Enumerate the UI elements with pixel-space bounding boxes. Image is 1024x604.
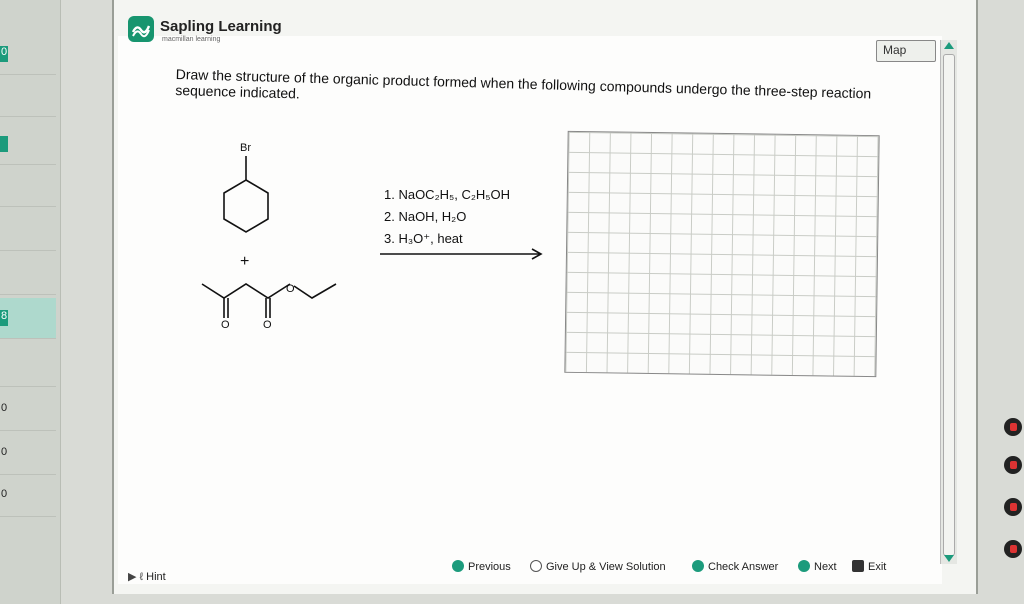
rail-item[interactable]	[0, 254, 56, 295]
side-widget-icon[interactable]	[1004, 456, 1022, 474]
rail-item-number: 0	[0, 446, 8, 458]
rail-item[interactable]	[0, 76, 56, 117]
question-navigation-rail: 0 8 0 0 0	[0, 0, 61, 604]
next-icon	[798, 560, 810, 572]
map-button[interactable]: Map	[876, 40, 936, 62]
scroll-up-icon[interactable]	[944, 42, 954, 49]
rail-item[interactable]: 0	[0, 476, 56, 517]
give-up-icon	[530, 560, 542, 572]
exit-label: Exit	[868, 561, 887, 573]
reagent-step-2: 2. NaOH, H₂O	[384, 209, 467, 224]
rail-item-number: 8	[0, 310, 8, 326]
ketone-oxygen-label: O	[221, 319, 230, 331]
rail-item[interactable]	[0, 346, 56, 387]
ester-oxygen-label: O	[286, 283, 295, 295]
rail-item-number: 0	[0, 46, 8, 62]
reactant-structures: Br + O O O	[201, 142, 337, 331]
side-widget-icon[interactable]	[1004, 498, 1022, 516]
check-answer-label: Check Answer	[708, 561, 779, 573]
reagent-list: 1. NaOC₂H₅, C₂H₅OH 2. NaOH, H₂O 3. H₃O⁺,…	[384, 184, 510, 250]
side-widget-icon[interactable]	[1004, 418, 1022, 436]
reagent-step-1: 1. NaOC₂H₅, C₂H₅OH	[384, 187, 511, 202]
next-button[interactable]: Next	[798, 560, 837, 573]
scroll-thumb[interactable]	[943, 54, 955, 556]
reagent-step-3: 3. H₃O⁺, heat	[384, 231, 463, 246]
rail-item-number	[0, 136, 8, 152]
give-up-label: Give Up & View Solution	[546, 561, 666, 573]
previous-button[interactable]: Previous	[452, 560, 511, 573]
check-answer-icon	[692, 560, 704, 572]
map-label: Map	[883, 43, 907, 57]
rail-item[interactable]: 0	[0, 434, 56, 475]
sapling-logo-icon	[128, 16, 154, 42]
brand-name: Sapling Learning	[160, 18, 282, 35]
vertical-scrollbar[interactable]	[940, 40, 957, 564]
rail-item[interactable]	[0, 124, 56, 165]
exit-icon	[852, 560, 864, 572]
give-up-button[interactable]: Give Up & View Solution	[530, 560, 666, 573]
carbonyl-oxygen-label: O	[263, 319, 272, 331]
rail-item-number: 0	[0, 402, 8, 414]
rail-item[interactable]: 0	[0, 390, 56, 431]
ethyl-chain	[293, 283, 337, 299]
check-answer-button[interactable]: Check Answer	[692, 560, 778, 573]
side-widget-icon[interactable]	[1004, 540, 1022, 558]
previous-icon	[452, 560, 464, 572]
question-toolbar: Previous Give Up & View Solution Check A…	[118, 556, 894, 584]
previous-label: Previous	[468, 561, 511, 573]
cyclohexane-ring	[223, 179, 269, 233]
exit-button[interactable]: Exit	[852, 560, 886, 573]
rail-item[interactable]: 0	[0, 34, 56, 75]
rail-item-number: 0	[0, 488, 8, 500]
rail-item-current[interactable]: 8	[0, 298, 56, 339]
brand-subtitle: macmillan learning	[162, 36, 221, 43]
ketoester-chain	[201, 283, 291, 299]
scroll-down-icon[interactable]	[944, 555, 954, 562]
next-label: Next	[814, 561, 837, 573]
rail-item[interactable]	[0, 210, 56, 251]
plus-sign: +	[240, 253, 249, 270]
rail-item[interactable]	[0, 166, 56, 207]
reaction-arrow-icon	[380, 248, 543, 260]
bromine-label: Br	[240, 142, 251, 154]
drawing-canvas[interactable]	[564, 130, 880, 378]
